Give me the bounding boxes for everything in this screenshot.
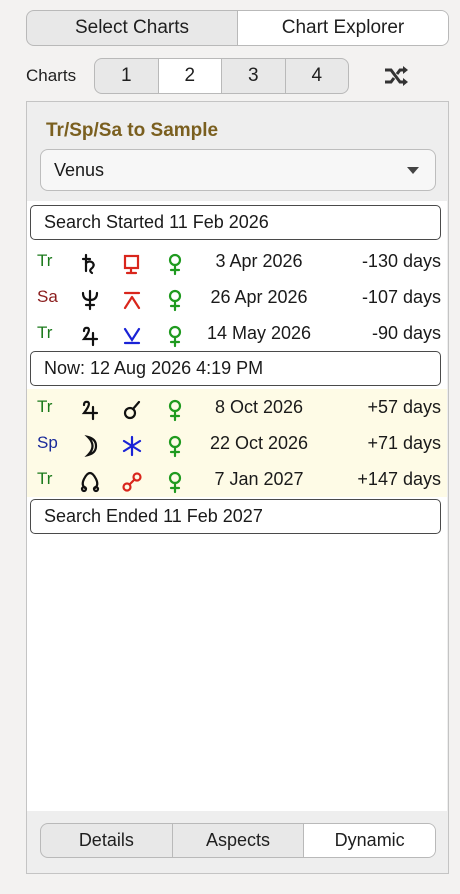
chart-1-button[interactable]: 1: [95, 59, 158, 93]
result-row[interactable]: Tr 14 May 2026 -90 days: [27, 315, 447, 351]
search-end-marker: Search Ended 11 Feb 2027: [30, 499, 441, 534]
result-row[interactable]: Sp 22 Oct 2026 +71 days: [27, 425, 447, 461]
days-offset: -90 days: [371, 322, 441, 343]
saturn-icon: [77, 246, 103, 276]
explorer-panel: Tr/Sp/Sa to Sample Venus Search Started …: [26, 101, 449, 874]
event-date: 14 May 2026: [206, 322, 312, 343]
tab-chart-explorer[interactable]: Chart Explorer: [237, 11, 448, 45]
venus-icon: [162, 246, 188, 276]
now-marker: Now: 12 Aug 2026 4:19 PM: [30, 351, 441, 386]
chart-type-label: Sp: [37, 433, 58, 452]
venus-icon: [162, 318, 188, 348]
opposition-icon: [119, 464, 145, 494]
days-offset: -130 days: [361, 250, 441, 271]
venus-icon: [162, 428, 188, 458]
event-date: 7 Jan 2027: [214, 468, 304, 489]
venus-icon: [162, 392, 188, 422]
planet-dropdown[interactable]: Venus: [40, 149, 436, 191]
shuffle-icon[interactable]: [382, 62, 410, 90]
chart-type-label: Sa: [37, 287, 58, 306]
days-offset: +147 days: [357, 468, 441, 489]
tab-aspects[interactable]: Aspects: [171, 824, 304, 857]
event-date: 8 Oct 2026: [214, 396, 304, 417]
days-offset: -107 days: [361, 286, 441, 307]
square-icon: [119, 246, 145, 276]
event-date: 22 Oct 2026: [209, 432, 309, 453]
result-row[interactable]: Tr 3 Apr 2026 -130 days: [27, 243, 447, 279]
chart-type-label: Tr: [37, 251, 53, 270]
chart-3-button[interactable]: 3: [221, 59, 285, 93]
panel-title: Tr/Sp/Sa to Sample: [46, 120, 219, 141]
chart-4-button[interactable]: 4: [284, 59, 349, 93]
charts-label: Charts: [26, 66, 77, 85]
result-row[interactable]: Tr 8 Oct 2026 +57 days: [27, 389, 447, 425]
venus-icon: [162, 282, 188, 312]
neptune-icon: [77, 282, 103, 312]
node-icon: [77, 464, 103, 494]
conjunction-icon: [119, 392, 145, 422]
chevron-down-icon: [407, 167, 419, 174]
search-start-marker: Search Started 11 Feb 2026: [30, 205, 441, 240]
tab-dynamic[interactable]: Dynamic: [303, 824, 435, 857]
venus-icon: [162, 464, 188, 494]
chart-type-label: Tr: [37, 397, 53, 416]
sesquiquadrate-icon: [119, 282, 145, 312]
result-row[interactable]: Sa 26 Apr 2026 -107 days: [27, 279, 447, 315]
event-date: 26 Apr 2026: [210, 286, 308, 307]
days-offset: +71 days: [367, 432, 441, 453]
view-switcher: Select Charts Chart Explorer: [26, 10, 449, 46]
planet-dropdown-value: Venus: [54, 159, 105, 180]
tab-details[interactable]: Details: [41, 824, 172, 857]
result-row[interactable]: Tr 7 Jan 2027 +147 days: [27, 461, 447, 497]
results-list: Search Started 11 Feb 2026 Tr 3 Apr 2026 -…: [27, 201, 447, 811]
chart-type-label: Tr: [37, 469, 53, 488]
chart-2-button[interactable]: 2: [157, 59, 221, 93]
jupiter-icon: [77, 392, 103, 422]
bottom-tab-bar: Details Aspects Dynamic: [40, 823, 436, 858]
chart-type-label: Tr: [37, 323, 53, 342]
jupiter-icon: [77, 318, 103, 348]
moon-icon: [77, 428, 103, 458]
days-offset: +57 days: [367, 396, 441, 417]
sextile-icon: [119, 428, 145, 458]
chart-number-selector: 1 2 3 4: [94, 58, 349, 94]
semisextile-icon: [119, 318, 145, 348]
tab-select-charts[interactable]: Select Charts: [27, 11, 237, 45]
event-date: 3 Apr 2026: [215, 250, 303, 271]
